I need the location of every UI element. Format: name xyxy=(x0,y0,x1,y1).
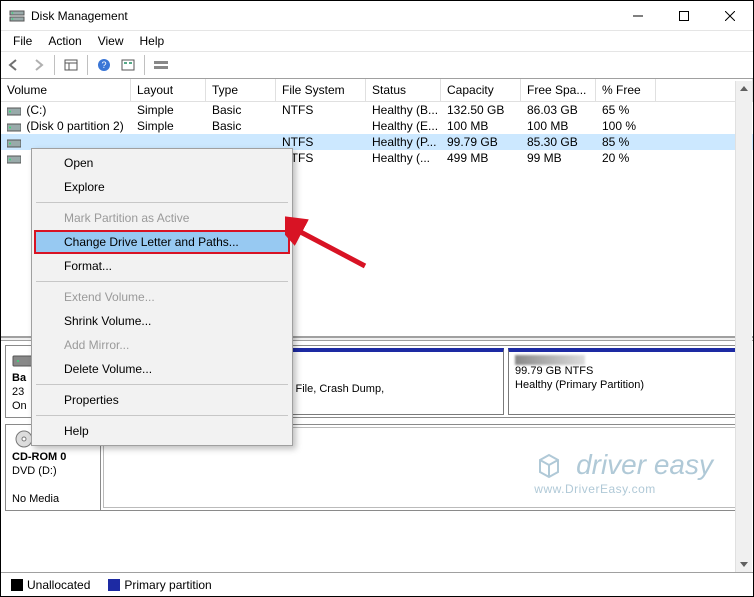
legend-unallocated: Unallocated xyxy=(11,578,90,592)
context-menu-separator xyxy=(36,202,288,203)
col-filesystem[interactable]: File System xyxy=(276,79,366,102)
context-menu-separator xyxy=(36,415,288,416)
context-menu-item[interactable]: Open xyxy=(34,151,290,175)
context-menu-item[interactable]: Shrink Volume... xyxy=(34,309,290,333)
menu-file[interactable]: File xyxy=(5,32,40,50)
disk-0-line1: Ba xyxy=(12,372,26,384)
legend-primary: Primary partition xyxy=(108,578,211,592)
toolbar-separator xyxy=(54,55,55,75)
col-pctfree[interactable]: % Free xyxy=(596,79,656,102)
disk-0-line2: 23 xyxy=(12,386,24,398)
toolbar-settings-button[interactable] xyxy=(117,54,139,76)
context-menu-item[interactable]: Help xyxy=(34,419,290,443)
col-free[interactable]: Free Spa... xyxy=(521,79,596,102)
context-menu-item: Add Mirror... xyxy=(34,333,290,357)
toolbar-help-button[interactable]: ? xyxy=(93,54,115,76)
col-capacity[interactable]: Capacity xyxy=(441,79,521,102)
swatch-unallocated xyxy=(11,579,23,591)
menu-view[interactable]: View xyxy=(90,32,132,50)
context-menu-item[interactable]: Properties xyxy=(34,388,290,412)
partition-x[interactable]: 99.79 GB NTFS Healthy (Primary Partition… xyxy=(508,348,746,415)
volume-row[interactable]: (C:)SimpleBasicNTFSHealthy (B...132.50 G… xyxy=(1,102,753,118)
app-icon xyxy=(9,8,25,24)
context-menu: OpenExplore Mark Partition as ActiveChang… xyxy=(31,148,293,446)
col-status[interactable]: Status xyxy=(366,79,441,102)
context-menu-separator xyxy=(36,281,288,282)
vertical-scrollbar[interactable] xyxy=(735,81,752,572)
toolbar-forward-button[interactable] xyxy=(27,54,49,76)
context-menu-item[interactable]: Delete Volume... xyxy=(34,357,290,381)
menu-action[interactable]: Action xyxy=(40,32,89,50)
cdrom-line2: DVD (D:) xyxy=(12,465,57,477)
partition-x-size: 99.79 GB NTFS xyxy=(515,365,739,379)
volume-row[interactable]: (Disk 0 partition 2)SimpleBasicHealthy (… xyxy=(1,118,753,134)
col-volume[interactable]: Volume xyxy=(1,79,131,102)
close-button[interactable] xyxy=(707,1,753,31)
partition-x-status: Healthy (Primary Partition) xyxy=(515,379,739,393)
titlebar: Disk Management xyxy=(1,1,753,31)
volume-table-header: Volume Layout Type File System Status Ca… xyxy=(1,79,753,102)
context-menu-separator xyxy=(36,384,288,385)
col-type[interactable]: Type xyxy=(206,79,276,102)
toolbar-separator xyxy=(144,55,145,75)
svg-text:?: ? xyxy=(101,60,106,70)
window-title: Disk Management xyxy=(31,9,615,23)
cdrom-title: CD-ROM 0 xyxy=(12,451,66,463)
col-layout[interactable]: Layout xyxy=(131,79,206,102)
context-menu-item: Mark Partition as Active xyxy=(34,206,290,230)
partition-x-title-redacted xyxy=(515,355,585,365)
toolbar: ? xyxy=(1,51,753,79)
context-menu-item[interactable]: Format... xyxy=(34,254,290,278)
toolbar-separator xyxy=(87,55,88,75)
toolbar-back-button[interactable] xyxy=(3,54,25,76)
context-menu-item: Extend Volume... xyxy=(34,285,290,309)
legend: Unallocated Primary partition xyxy=(1,572,753,596)
toolbar-console-button[interactable] xyxy=(60,54,82,76)
toolbar-disk-list-button[interactable] xyxy=(150,54,172,76)
disk-0-line3: On xyxy=(12,400,27,412)
context-menu-item[interactable]: Explore xyxy=(34,175,290,199)
swatch-primary xyxy=(108,579,120,591)
menu-help[interactable]: Help xyxy=(132,32,173,50)
menubar: File Action View Help xyxy=(1,31,753,51)
maximize-button[interactable] xyxy=(661,1,707,31)
context-menu-item[interactable]: Change Drive Letter and Paths... xyxy=(34,230,290,254)
cdrom-status: No Media xyxy=(12,493,59,505)
minimize-button[interactable] xyxy=(615,1,661,31)
